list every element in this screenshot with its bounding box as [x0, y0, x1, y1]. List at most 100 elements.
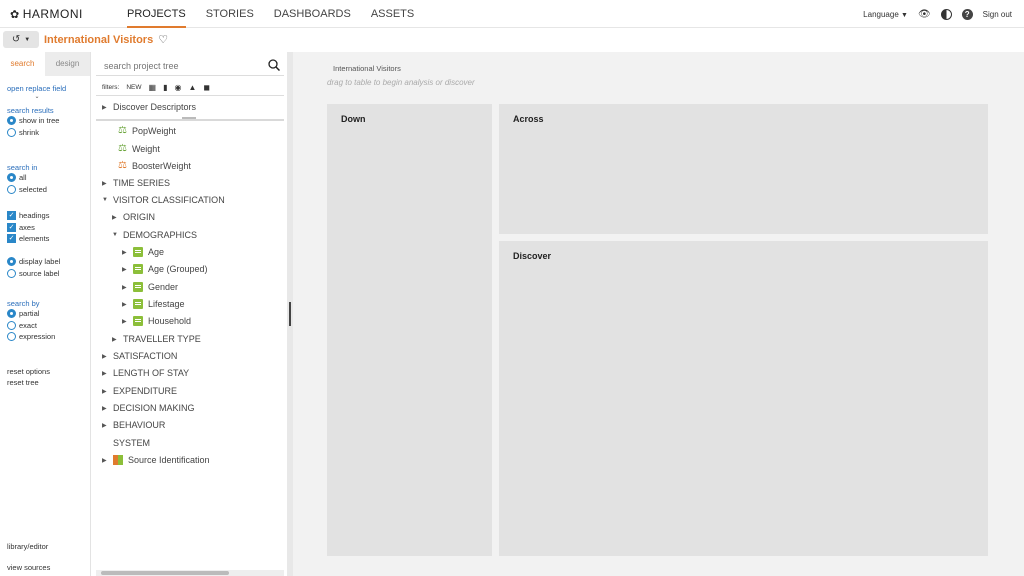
tree-node-gender[interactable]: ▶ Gender — [122, 282, 178, 292]
option-label: exact — [19, 320, 37, 330]
tree-node-system[interactable]: SYSTEM — [113, 438, 150, 448]
checkbox-icon: ✓ — [7, 222, 16, 232]
option-show-in-tree[interactable]: show in tree — [7, 115, 59, 127]
tree-node-discover-descriptors[interactable]: ▶ Discover Descriptors — [102, 102, 196, 112]
scrollbar-thumb[interactable] — [101, 571, 229, 575]
expand-arrow-icon[interactable]: ▶ — [102, 180, 108, 187]
tree-node-age[interactable]: ▶ Age — [122, 247, 164, 257]
tree-node-satisfaction[interactable]: ▶ SATISFACTION — [102, 351, 177, 361]
search-by-heading: search by — [7, 299, 40, 308]
tree-horizontal-scrollbar[interactable] — [96, 570, 284, 576]
collapse-arrow-icon[interactable]: ▼ — [102, 197, 108, 203]
reset-links: reset options reset tree — [7, 367, 50, 387]
view-sources-link[interactable]: view sources — [7, 563, 50, 572]
nav-assets[interactable]: ASSETS — [371, 0, 414, 28]
tree-node-expenditure[interactable]: ▶ EXPENDITURE — [102, 386, 177, 396]
tab-design[interactable]: design — [45, 52, 90, 76]
contrast-icon[interactable] — [940, 8, 952, 20]
heart-icon[interactable]: ♡ — [158, 33, 168, 46]
splitter-grip-icon[interactable] — [289, 302, 291, 326]
node-label: Age — [148, 247, 165, 257]
expand-arrow-icon[interactable]: ▶ — [102, 422, 108, 429]
help-icon[interactable]: ? — [961, 8, 973, 20]
language-dropdown[interactable]: Language ▼ — [863, 10, 908, 19]
tree-node-household[interactable]: ▶ Household — [122, 316, 191, 326]
nav-stories[interactable]: STORIES — [206, 0, 254, 28]
node-label: TIME SERIES — [113, 178, 171, 188]
option-shrink[interactable]: shrink — [7, 127, 59, 139]
option-expression[interactable]: expression — [7, 331, 55, 343]
tree-node-visitor-classification[interactable]: ▼ VISITOR CLASSIFICATION — [102, 195, 225, 205]
drop-zone-discover[interactable]: Discover — [499, 241, 988, 556]
expand-arrow-icon[interactable]: ▶ — [102, 405, 108, 412]
option-partial[interactable]: partial — [7, 308, 55, 320]
sort-filter-icon[interactable]: ▲ — [188, 83, 196, 92]
tree-node-source-identification[interactable]: ▶ Source Identification — [102, 455, 210, 465]
tree-node-length-of-stay[interactable]: ▶ LENGTH OF STAY — [102, 368, 189, 378]
drop-zone-across[interactable]: Across — [499, 104, 988, 234]
search-icon[interactable] — [268, 59, 280, 71]
tree-node-origin[interactable]: ▶ ORIGIN — [112, 212, 155, 222]
library-editor-link[interactable]: library/editor — [7, 542, 48, 551]
open-replace-field-link[interactable]: open replace field — [7, 84, 67, 93]
expand-arrow-icon[interactable]: ▶ — [102, 388, 108, 395]
tree-node-age-grouped[interactable]: ▶ Age (Grouped) — [122, 264, 208, 274]
option-exact[interactable]: exact — [7, 320, 55, 332]
expand-arrow-icon[interactable]: ▶ — [112, 336, 118, 343]
video-filter-icon[interactable]: ◼ — [203, 83, 210, 92]
option-label: partial — [19, 309, 40, 319]
tree-node-weight[interactable]: ⚖ Weight — [118, 143, 160, 154]
tree-node-demographics[interactable]: ▼ DEMOGRAPHICS — [112, 230, 197, 240]
check-headings[interactable]: ✓ headings — [7, 210, 49, 222]
expand-arrow-icon[interactable]: ▶ — [122, 249, 128, 256]
check-elements[interactable]: ✓ elements — [7, 233, 49, 245]
expand-arrow-icon[interactable]: ▶ — [122, 301, 128, 308]
language-label: Language — [863, 9, 899, 19]
tree-node-traveller-type[interactable]: ▶ TRAVELLER TYPE — [112, 334, 201, 344]
radio-icon — [7, 268, 16, 278]
expand-arrow-icon[interactable]: ▶ — [102, 370, 108, 377]
option-source-label[interactable]: source label — [7, 268, 60, 280]
filter-new[interactable]: NEW — [126, 84, 141, 91]
top-navigation-bar: ✿ HARMONI PROJECTS STORIES DASHBOARDS AS… — [0, 0, 1024, 28]
reset-options-link[interactable]: reset options — [7, 367, 50, 378]
nav-dashboards[interactable]: DASHBOARDS — [274, 0, 351, 28]
caret-down-icon: ▼ — [24, 36, 31, 43]
collapse-arrow-icon[interactable]: ▼ — [112, 232, 118, 238]
tree-search-input[interactable] — [96, 60, 256, 71]
column-filter-icon[interactable]: ▮ — [163, 83, 167, 92]
nav-projects[interactable]: PROJECTS — [127, 0, 186, 28]
tab-search[interactable]: search — [0, 52, 45, 76]
option-all[interactable]: all — [7, 172, 47, 184]
tree-node-lifestage[interactable]: ▶ Lifestage — [122, 299, 185, 309]
variable-icon — [133, 299, 143, 309]
option-display-label[interactable]: display label — [7, 256, 60, 268]
tree-node-time-series[interactable]: ▶ TIME SERIES — [102, 178, 170, 188]
expand-arrow-icon[interactable]: ▶ — [102, 104, 108, 111]
history-button[interactable]: ↺ ▼ — [3, 31, 39, 48]
drop-zone-down[interactable]: Down — [327, 104, 492, 556]
node-label: TRAVELLER TYPE — [123, 334, 201, 344]
expand-arrow-icon[interactable]: ▶ — [122, 318, 128, 325]
tree-node-behaviour[interactable]: ▶ BEHAVIOUR — [102, 420, 165, 430]
expand-arrow-icon[interactable]: ▶ — [112, 214, 118, 221]
check-axes[interactable]: ✓ axes — [7, 222, 49, 234]
project-title: International Visitors ♡ — [44, 33, 168, 47]
eye-icon[interactable]: 👁 — [918, 9, 931, 20]
expand-arrow-icon[interactable]: ▶ — [122, 284, 128, 291]
expand-arrow-icon[interactable]: ▶ — [102, 457, 108, 464]
node-label: Discover Descriptors — [113, 102, 197, 112]
expand-arrow-icon[interactable]: ▶ — [122, 266, 128, 273]
grid-filter-icon[interactable]: ▦ — [149, 83, 157, 92]
harmoni-logo[interactable]: ✿ HARMONI — [10, 7, 83, 21]
tree-node-boosterweight[interactable]: ⚖ BoosterWeight — [118, 160, 191, 171]
option-label: all — [19, 173, 27, 183]
pin-filter-icon[interactable]: ◉ — [174, 83, 181, 92]
project-title-text: International Visitors — [44, 33, 154, 46]
tree-node-decision-making[interactable]: ▶ DECISION MAKING — [102, 403, 195, 413]
reset-tree-link[interactable]: reset tree — [7, 378, 50, 387]
expand-arrow-icon[interactable]: ▶ — [102, 353, 108, 360]
option-selected[interactable]: selected — [7, 184, 47, 196]
sign-out-link[interactable]: Sign out — [983, 10, 1012, 19]
tree-node-popweight[interactable]: ⚖ PopWeight — [118, 125, 176, 136]
